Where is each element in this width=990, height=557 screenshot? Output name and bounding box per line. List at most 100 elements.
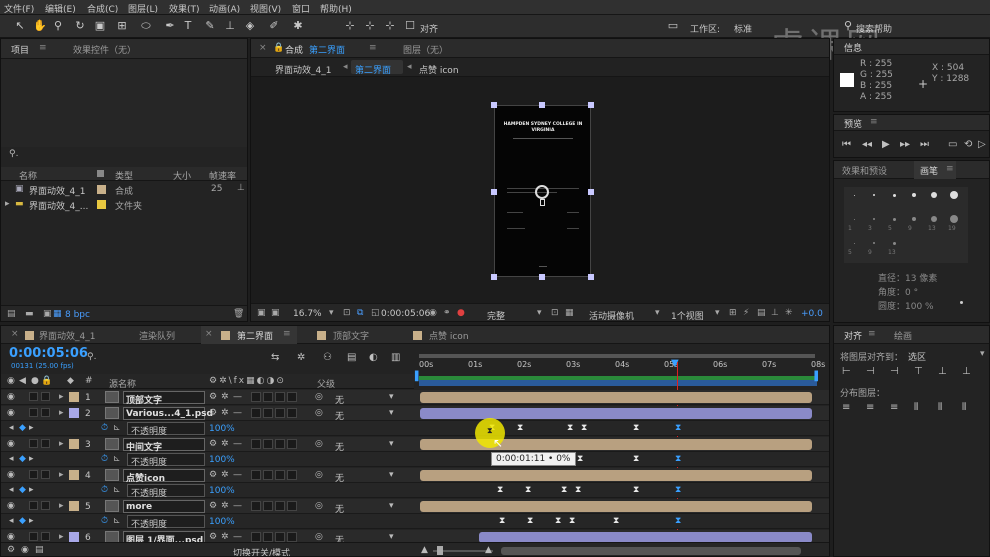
parent-dropdown[interactable]: 无 — [335, 502, 344, 515]
layer-name[interactable]: 中间文字 — [126, 440, 162, 453]
keyframe-nav-next-icon[interactable]: ▸ — [29, 485, 34, 495]
layer-duration-bar[interactable] — [420, 392, 812, 403]
layer-name[interactable]: Various...4_1.psd — [126, 409, 213, 419]
keyframe-icon[interactable]: ⧗ — [633, 423, 639, 433]
tab-align[interactable]: 对齐 — [844, 329, 862, 342]
brush-tip[interactable]: 5 — [884, 211, 904, 235]
keyframe-icon[interactable]: ⧗ — [613, 516, 619, 526]
camera-snapshot-icon[interactable]: ◱ — [371, 308, 380, 318]
loop-icon[interactable]: ⟲ — [964, 139, 972, 150]
ram-preview-icon[interactable]: ▷ — [978, 139, 986, 150]
solo-box[interactable] — [29, 469, 38, 479]
panel-menu-icon[interactable]: ≡ — [369, 43, 377, 53]
keyframe-icon[interactable]: ⧗ — [555, 516, 561, 526]
fast-preview-icon[interactable]: ⚡ — [743, 308, 749, 318]
property-value[interactable]: 100% — [209, 455, 235, 465]
panel-menu-icon[interactable]: ≡ — [868, 329, 876, 339]
eraser-tool-icon[interactable]: ◈ — [242, 18, 258, 34]
keyframe-icon[interactable]: ⧗ — [569, 516, 575, 526]
keyframe-icon[interactable]: ⧗ — [525, 485, 531, 495]
list-item[interactable]: ▸ ▬ 界面动效_4_... 文件夹 — [1, 197, 247, 212]
eye-icon[interactable]: ◉ — [7, 501, 15, 511]
eye-icon[interactable]: ◉ — [7, 392, 15, 402]
lock-icon[interactable]: 🔒 — [273, 43, 284, 53]
solo-box[interactable] — [29, 407, 38, 417]
switch-box[interactable] — [251, 438, 261, 449]
brush-tip[interactable]: 19 — [944, 211, 964, 235]
transform-handle[interactable] — [588, 189, 594, 195]
panel-menu-icon[interactable]: ≡ — [946, 164, 954, 174]
stopwatch-icon[interactable]: ⏱ — [101, 516, 108, 526]
bpc-icon[interactable]: ▦ — [53, 309, 62, 319]
tab-preview[interactable]: 预览 — [844, 117, 862, 130]
label-swatch[interactable] — [69, 392, 79, 402]
switch-box[interactable] — [287, 392, 297, 402]
keyframe-icon[interactable]: ⧗ — [577, 454, 583, 464]
expand-arrow-icon[interactable]: ▸ — [59, 392, 64, 402]
brush-tip[interactable]: 5 — [844, 235, 864, 259]
flowchart-icon[interactable]: ⊥ — [237, 183, 245, 193]
tab-brush[interactable]: 画笔 — [920, 164, 938, 177]
property-value[interactable]: 100% — [209, 424, 235, 434]
always-preview-icon[interactable]: ▣ — [257, 308, 266, 318]
views-dropdown[interactable]: 1个视图 — [671, 309, 704, 321]
tab-timeline-1[interactable]: 界面动效_4_1 — [39, 329, 95, 342]
align-hcenter-icon[interactable]: ⊣ — [866, 366, 875, 377]
switch-box[interactable] — [251, 531, 261, 542]
snap-checkbox-icon[interactable]: ☐ — [402, 18, 418, 34]
keyframe-icon[interactable]: ⧗ — [675, 516, 681, 526]
panel-menu-icon[interactable]: ≡ — [283, 329, 291, 339]
graph-icon[interactable]: ⊾ — [113, 423, 121, 433]
crumb-1[interactable]: 界面动效_4_1 — [275, 63, 331, 76]
switch-box[interactable] — [263, 392, 273, 402]
col-type[interactable]: 类型 — [115, 169, 133, 182]
quality-switch-icon[interactable]: — — [233, 392, 242, 402]
pan-behind-tool-icon[interactable]: ⊞ — [114, 18, 130, 34]
world-axis-icon[interactable]: ⊹ — [362, 18, 378, 34]
zoom-tool-icon[interactable]: ⚲ — [50, 18, 66, 34]
resolution-dropdown[interactable]: 完整 — [487, 309, 505, 321]
lock-box[interactable] — [41, 469, 50, 479]
tab-comp-name[interactable]: 第二界面 — [309, 43, 345, 56]
workspace-icon[interactable]: ▭ — [665, 18, 681, 34]
toggle-switches-icon[interactable]: ⚙ — [7, 545, 15, 555]
label-swatch[interactable] — [69, 531, 79, 542]
col-name[interactable]: 名称 — [19, 169, 37, 182]
type-tool-icon[interactable]: T — [180, 18, 196, 34]
tab-comp-prefix[interactable]: 合成 — [285, 43, 303, 56]
view-axis-icon[interactable]: ⊹ — [382, 18, 398, 34]
stamp-tool-icon[interactable]: ⊥ — [222, 18, 238, 34]
expand-arrow-icon[interactable]: ▸ — [59, 470, 64, 480]
zoom-dropdown[interactable]: 16.7% — [293, 309, 322, 319]
shy-switch-icon[interactable]: ⚙ — [209, 408, 217, 418]
layer-name[interactable]: 顶部文字 — [126, 393, 162, 406]
parent-pickwhip-icon[interactable]: ◎ — [315, 532, 323, 542]
eye-icon[interactable]: ◉ — [7, 532, 15, 542]
pen-tool-icon[interactable]: ✒ — [162, 18, 178, 34]
transform-handle[interactable] — [588, 274, 594, 280]
comp-flowchart-icon[interactable]: ⊥ — [771, 308, 779, 318]
graph-icon[interactable]: ⊾ — [113, 516, 121, 526]
parent-pickwhip-icon[interactable]: ◎ — [315, 408, 323, 418]
lock-box[interactable] — [41, 531, 50, 541]
keyframe-diamond-icon[interactable]: ◆ — [19, 485, 26, 495]
new-folder-icon[interactable]: ▬ — [25, 309, 34, 319]
expand-arrow-icon[interactable]: ▸ — [59, 532, 64, 542]
panel-menu-icon[interactable]: ≡ — [870, 117, 878, 127]
shy-layers-icon[interactable]: ⚇ — [323, 352, 332, 363]
expand-arrow-icon[interactable]: ▸ — [59, 408, 64, 418]
rotate-tool-icon[interactable]: ↻ — [72, 18, 88, 34]
quality-switch-icon[interactable]: — — [233, 439, 242, 449]
keyframe-icon[interactable]: ⧗ — [517, 423, 523, 433]
toggle-switches-modes[interactable]: 切换开关/模式 — [233, 546, 290, 556]
layer-row[interactable]: ◉ ▸ 2 Various...4_1.psd ⚙ ✲ — ◎ 无 ▾ — [1, 405, 829, 422]
parent-dropdown[interactable]: 无 — [335, 440, 344, 453]
menu-window[interactable]: 窗口 — [292, 2, 310, 15]
parent-pickwhip-icon[interactable]: ◎ — [315, 439, 323, 449]
panel-menu-icon[interactable]: ≡ — [39, 43, 47, 53]
keyframe-nav-prev-icon[interactable]: ◂ — [9, 516, 14, 526]
distribute-right-icon[interactable]: ⫴ — [962, 402, 966, 413]
distribute-vcenter-icon[interactable]: ≡ — [866, 402, 874, 413]
brush-diameter[interactable]: 直径：13 像素 — [878, 271, 937, 284]
transform-handle[interactable] — [491, 189, 497, 195]
